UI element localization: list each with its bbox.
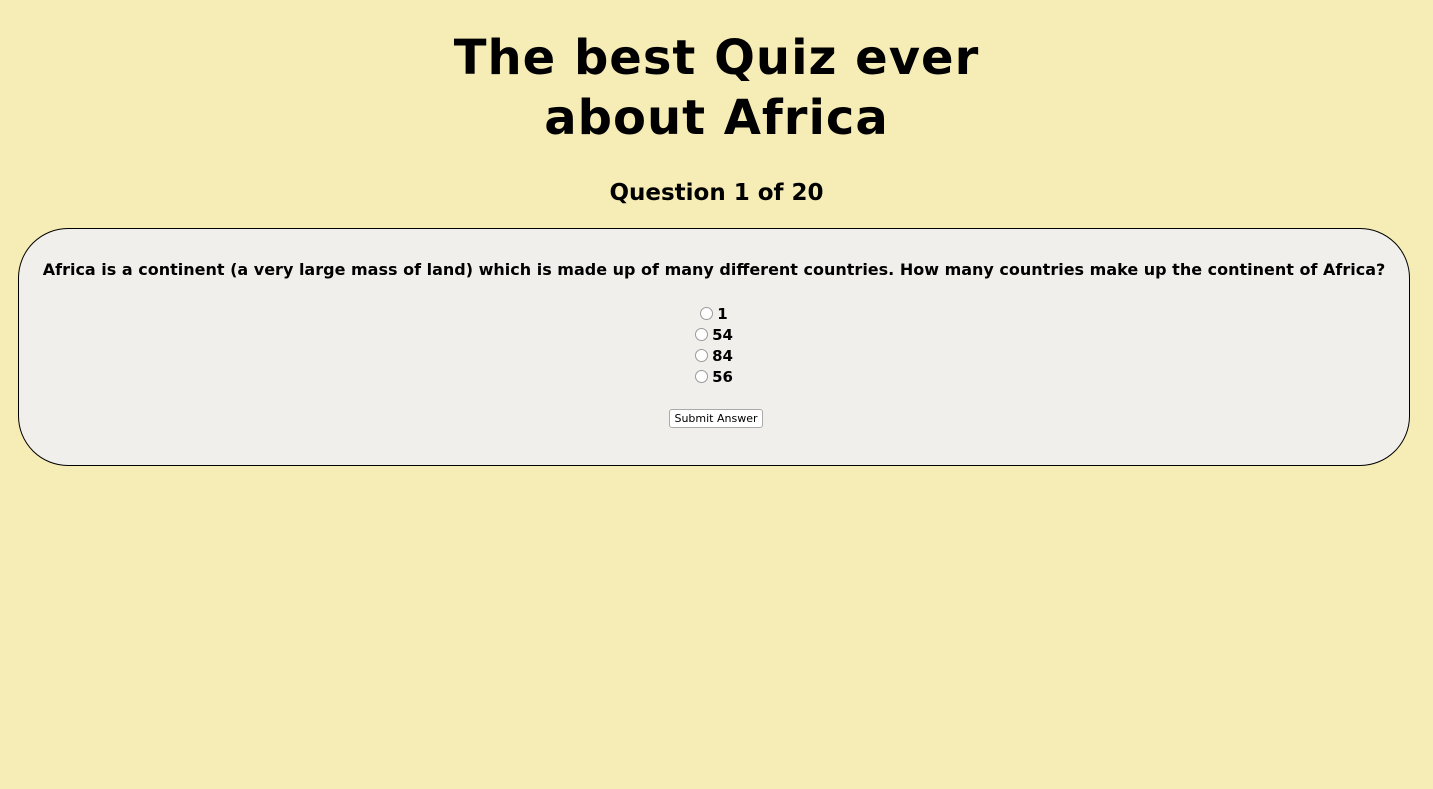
answer-option-1[interactable]: 1 <box>700 303 728 324</box>
radio-button[interactable] <box>695 370 709 383</box>
answer-option-label: 56 <box>712 367 733 386</box>
page-title-line-1: The best Quiz ever <box>453 30 980 86</box>
answer-option-label: 84 <box>712 346 733 365</box>
question-counter: Question 1 of 20 <box>609 180 824 206</box>
answer-option-label: 1 <box>717 304 728 323</box>
answer-options: 1 54 84 56 <box>19 303 1409 387</box>
answer-option-2[interactable]: 54 <box>695 324 733 345</box>
submit-answer-button[interactable]: Submit Answer <box>669 409 763 428</box>
answer-option-label: 54 <box>712 325 733 344</box>
quiz-card: Africa is a continent (a very large mass… <box>18 228 1410 466</box>
radio-button[interactable] <box>695 328 709 341</box>
answer-option-4[interactable]: 56 <box>695 366 733 387</box>
answer-option-3[interactable]: 84 <box>695 345 733 366</box>
page-title-line-2: about Africa <box>544 90 889 146</box>
radio-button[interactable] <box>700 307 714 320</box>
radio-button[interactable] <box>695 349 709 362</box>
page-title: The best Quiz ever about Africa <box>0 28 1433 148</box>
question-text: Africa is a continent (a very large mass… <box>42 260 1386 279</box>
